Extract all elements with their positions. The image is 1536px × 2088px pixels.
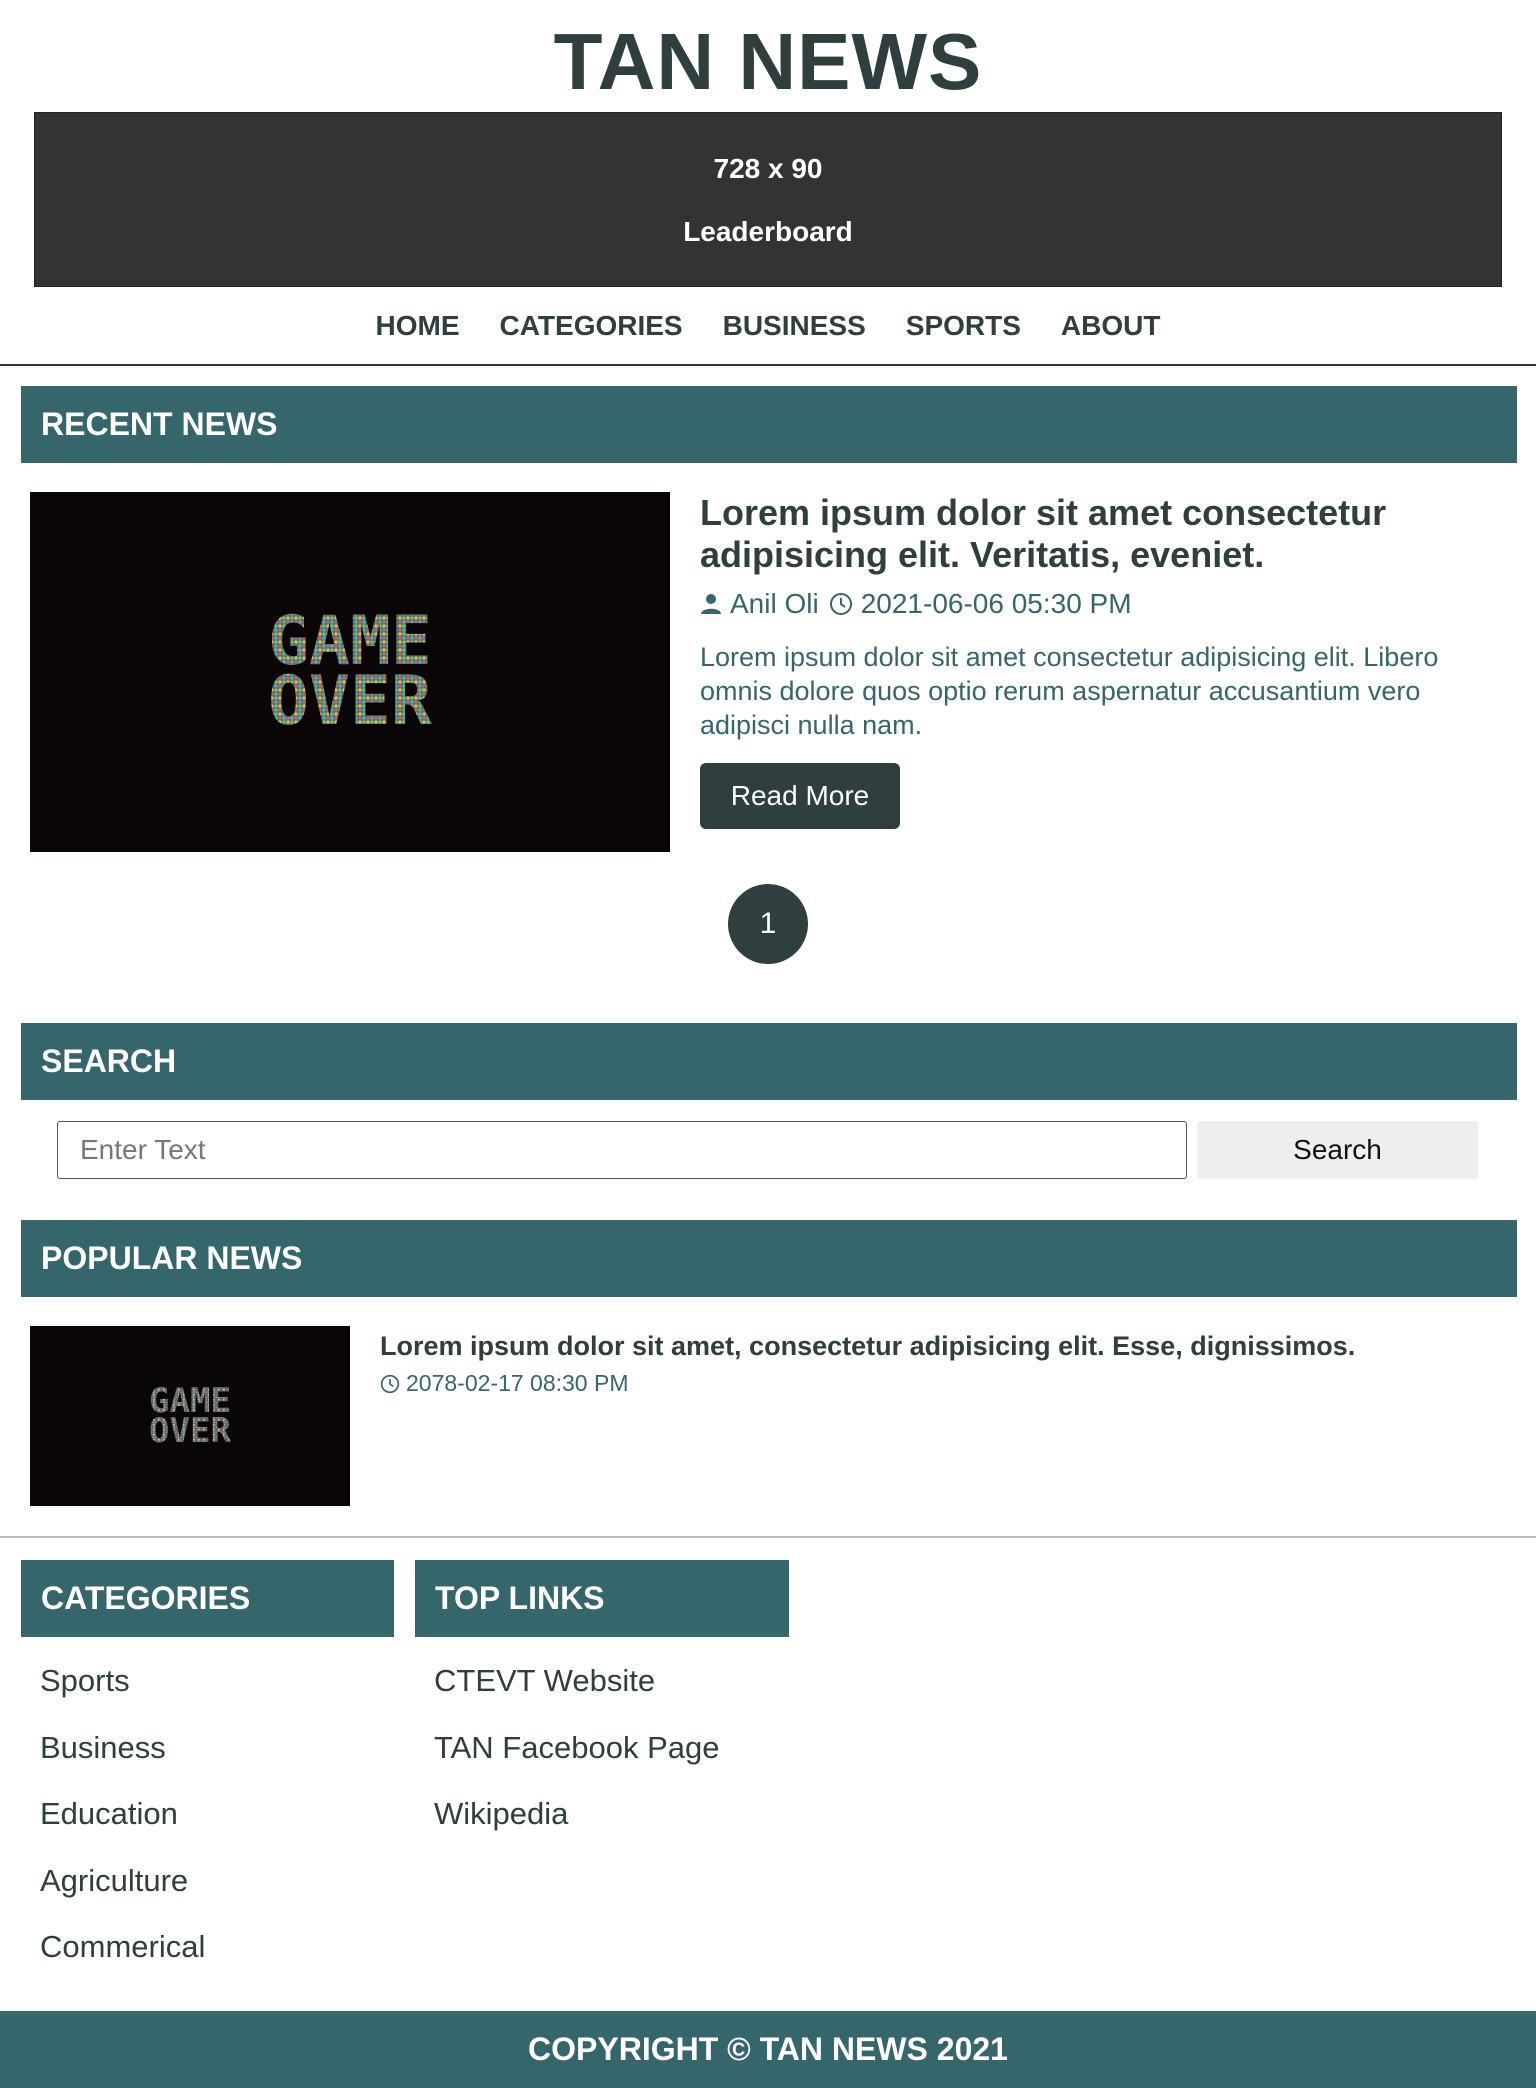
search-input[interactable] <box>57 1121 1187 1179</box>
footer-divider <box>0 1536 1536 1538</box>
recent-news-heading: RECENT NEWS <box>21 386 1517 463</box>
game-over-graphic: GAME OVER <box>149 1381 231 1451</box>
nav-home[interactable]: HOME <box>376 310 460 342</box>
popular-news-heading: POPULAR NEWS <box>21 1220 1517 1297</box>
category-sports[interactable]: Sports <box>40 1663 205 1730</box>
categories-heading: CATEGORIES <box>21 1560 394 1637</box>
ad-label: Leaderboard <box>683 216 853 247</box>
popular-title[interactable]: Lorem ipsum dolor sit amet, consectetur … <box>380 1331 1500 1362</box>
main-nav: HOME CATEGORIES BUSINESS SPORTS ABOUT <box>0 310 1536 342</box>
category-business[interactable]: Business <box>40 1730 205 1797</box>
feature-image[interactable]: GAME OVER <box>30 492 670 852</box>
nav-about[interactable]: ABOUT <box>1061 310 1161 342</box>
post-date: 2021-06-06 05:30 PM <box>860 588 1132 619</box>
user-icon <box>701 594 721 614</box>
top-links-heading: TOP LINKS <box>415 1560 789 1637</box>
feature-meta: Anil Oli 2021-06-06 05:30 PM <box>700 588 1132 620</box>
nav-business[interactable]: BUSINESS <box>723 310 866 342</box>
read-more-button[interactable]: Read More <box>700 763 900 829</box>
popular-date: 2078-02-17 08:30 PM <box>406 1370 629 1396</box>
game-over-graphic: GAME OVER <box>268 602 432 741</box>
nav-categories[interactable]: CATEGORIES <box>500 310 683 342</box>
svg-text:OVER: OVER <box>149 1411 231 1451</box>
pagination-page-1[interactable]: 1 <box>728 884 808 964</box>
popular-meta: 2078-02-17 08:30 PM <box>380 1370 629 1397</box>
link-tan-facebook[interactable]: TAN Facebook Page <box>434 1730 719 1797</box>
popular-image[interactable]: GAME OVER <box>30 1326 350 1506</box>
nav-divider <box>0 364 1536 366</box>
copyright-bar: COPYRIGHT © TAN NEWS 2021 <box>0 2011 1536 2088</box>
search-heading: SEARCH <box>21 1023 1517 1100</box>
clock-icon <box>829 593 852 615</box>
site-title[interactable]: TAN NEWS <box>0 14 1536 110</box>
categories-list: Sports Business Education Agriculture Co… <box>40 1663 205 1996</box>
author-name: Anil Oli <box>730 588 819 619</box>
svg-text:OVER: OVER <box>268 662 432 741</box>
link-ctevt[interactable]: CTEVT Website <box>434 1663 719 1730</box>
category-education[interactable]: Education <box>40 1796 205 1863</box>
category-commerical[interactable]: Commerical <box>40 1929 205 1996</box>
top-links-list: CTEVT Website TAN Facebook Page Wikipedi… <box>434 1663 719 1863</box>
feature-excerpt: Lorem ipsum dolor sit amet consectetur a… <box>700 642 1439 740</box>
category-agriculture[interactable]: Agriculture <box>40 1863 205 1930</box>
leaderboard-ad[interactable]: 728 x 90 Leaderboard <box>34 112 1502 287</box>
search-button[interactable]: Search <box>1197 1121 1478 1179</box>
clock-icon <box>380 1374 400 1393</box>
ad-size: 728 x 90 <box>713 153 823 184</box>
feature-title[interactable]: Lorem ipsum dolor sit amet consectetur a… <box>700 492 1500 576</box>
nav-sports[interactable]: SPORTS <box>906 310 1021 342</box>
link-wikipedia[interactable]: Wikipedia <box>434 1796 719 1863</box>
